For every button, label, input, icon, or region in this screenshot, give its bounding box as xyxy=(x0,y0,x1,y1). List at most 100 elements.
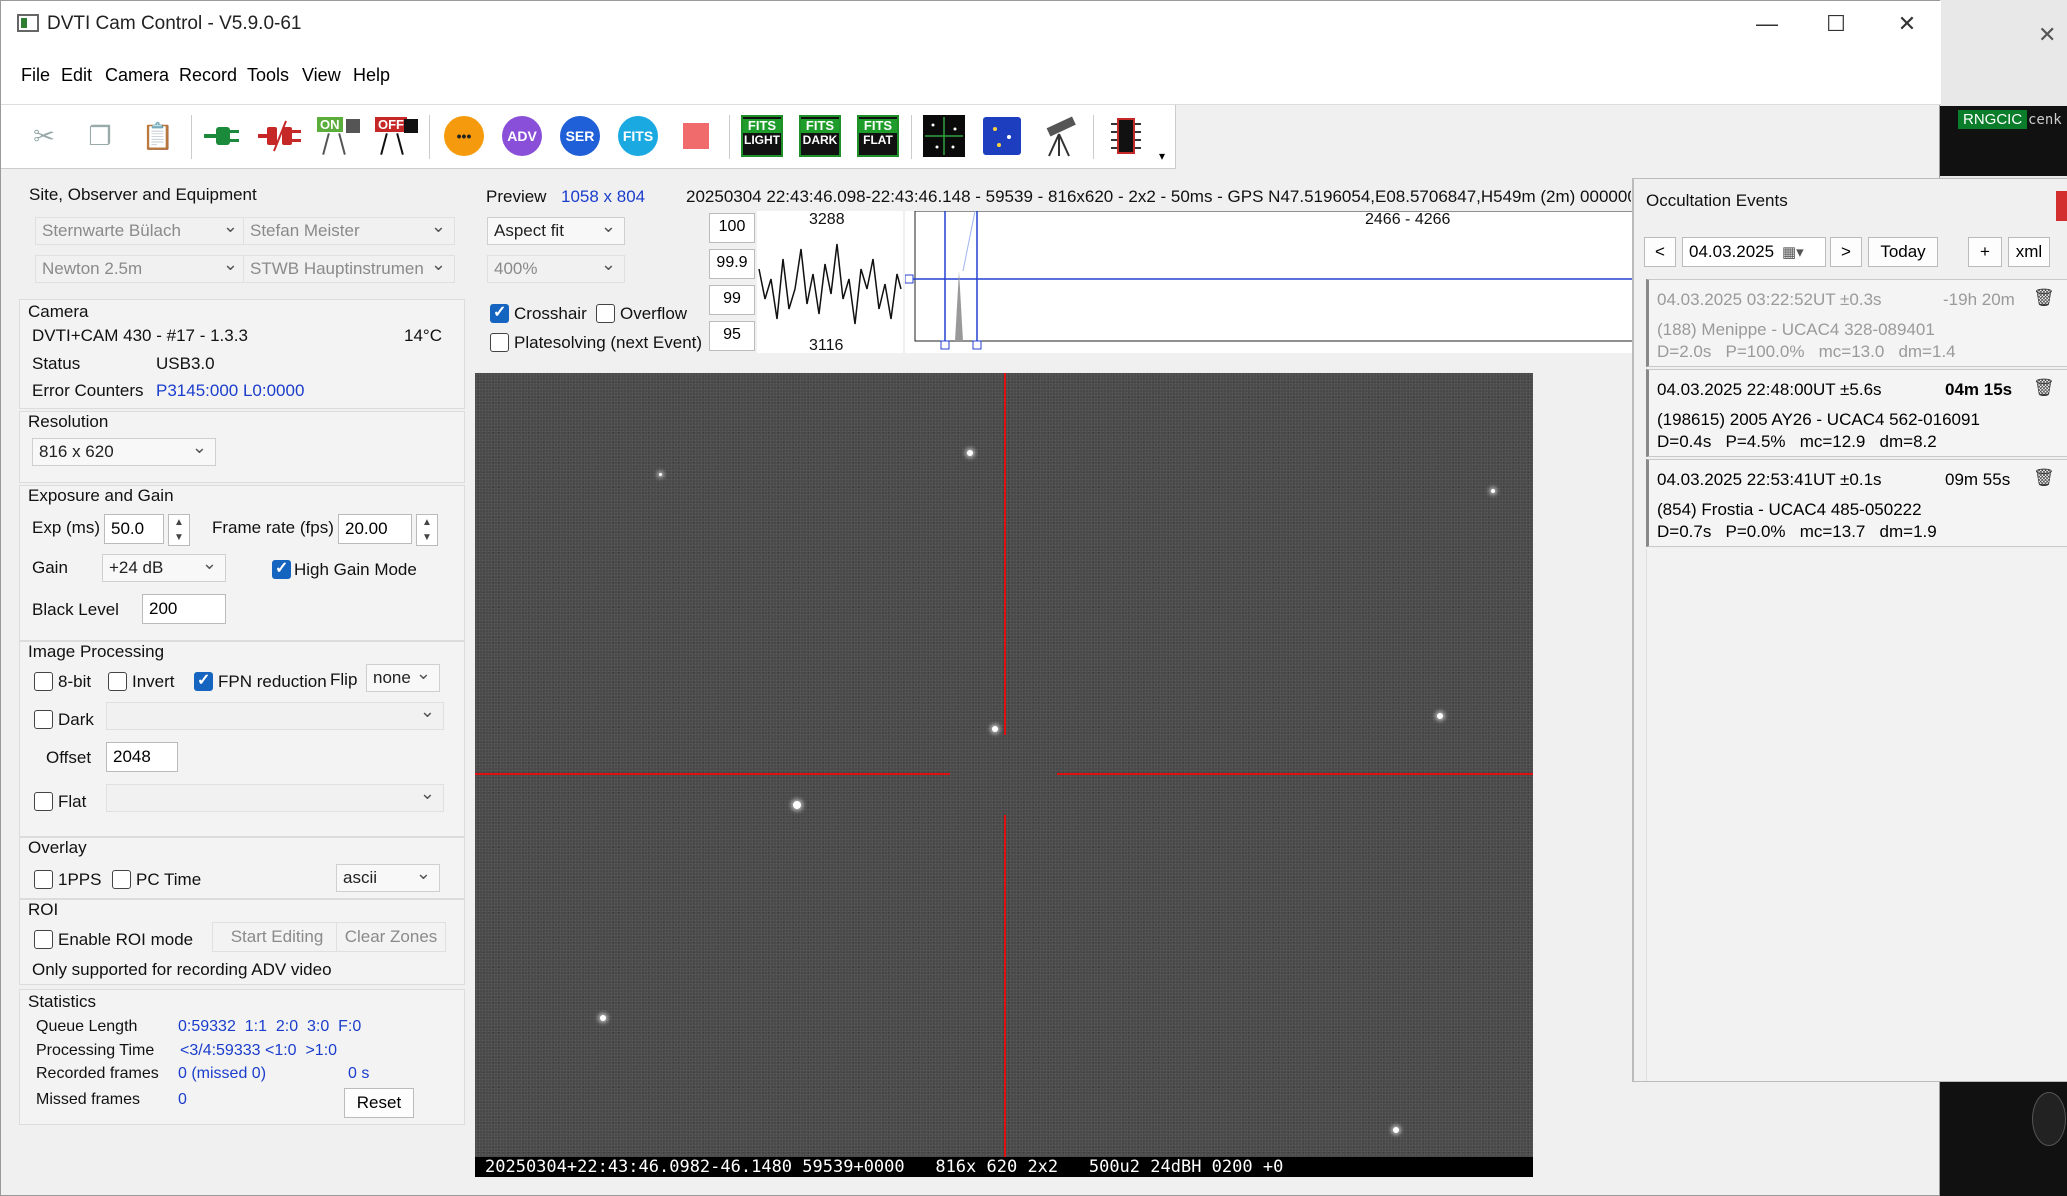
pctime-checkbox[interactable] xyxy=(112,870,131,889)
menu-view[interactable]: View xyxy=(302,65,341,86)
fits-light-button[interactable]: FITS LIGHT xyxy=(739,113,785,159)
add-event-button[interactable]: + xyxy=(1968,237,2002,267)
paste-icon[interactable]: 📋 xyxy=(135,113,181,159)
instrument-select[interactable]: STWB Hauptinstrumen xyxy=(243,255,455,283)
starfield-icon[interactable] xyxy=(921,113,967,159)
invert-label: Invert xyxy=(132,672,175,691)
more-options-icon[interactable]: ••• xyxy=(441,113,487,159)
overflow-checkbox[interactable] xyxy=(596,304,615,323)
overlay-group: Overlay 1PPS PC Time ascii xyxy=(19,837,465,899)
flat-file-select[interactable] xyxy=(106,784,444,812)
level-99-9-button[interactable]: 99.9 xyxy=(709,249,755,279)
cut-icon[interactable]: ✂ xyxy=(21,113,67,159)
event-item[interactable]: 04.03.2025 22:53:41UT ±0.1s 09m 55s 🗑 (8… xyxy=(1646,459,2067,547)
1pps-checkbox[interactable] xyxy=(34,870,53,889)
menu-camera[interactable]: Camera xyxy=(105,65,169,86)
platesolve-checkbox[interactable] xyxy=(490,333,509,352)
fps-label: Frame rate (fps) xyxy=(212,518,334,537)
disconnect-icon[interactable] xyxy=(257,113,303,159)
camera-preview-image[interactable]: 20250304+22:43:46.0982-46.1480 59539+000… xyxy=(475,373,1533,1177)
dark-checkbox[interactable] xyxy=(34,710,53,729)
offset-input[interactable]: 2048 xyxy=(106,742,178,772)
site-title: Site, Observer and Equipment xyxy=(29,185,257,204)
crosshair-checkbox[interactable] xyxy=(490,302,509,323)
fits-flat-button[interactable]: FITS FLAT xyxy=(855,113,901,159)
queue-value: 0:59332 1:1 2:0 3:0 F:0 xyxy=(178,1018,362,1035)
crosshair-horizontal-left xyxy=(475,773,950,775)
zoom-select[interactable]: 400% xyxy=(487,255,625,283)
event-item[interactable]: 04.03.2025 22:48:00UT ±5.6s 04m 15s 🗑 (1… xyxy=(1646,369,2067,457)
exp-spinner[interactable]: ▲ ▼ xyxy=(168,514,190,546)
fpn-checkbox[interactable] xyxy=(194,670,213,691)
reset-button[interactable]: Reset xyxy=(344,1088,414,1118)
delete-icon[interactable]: 🗑 xyxy=(2033,288,2055,308)
gain-select[interactable]: +24 dB xyxy=(102,554,226,582)
menu-help[interactable]: Help xyxy=(353,65,390,86)
maximize-button[interactable]: ☐ xyxy=(1816,7,1856,41)
telescope-select[interactable]: Newton 2.5m xyxy=(35,255,247,283)
dark-file-select[interactable] xyxy=(106,702,444,730)
menu-tools[interactable]: Tools xyxy=(247,65,289,86)
close-button[interactable]: ✕ xyxy=(1887,7,1927,41)
camera-off-icon[interactable]: OFF xyxy=(373,113,419,159)
level-100-button[interactable]: 100 xyxy=(709,213,755,243)
next-day-button[interactable]: > xyxy=(1830,237,1862,267)
today-button[interactable]: Today xyxy=(1868,237,1938,267)
star xyxy=(659,473,662,476)
prev-day-button[interactable]: < xyxy=(1644,237,1676,267)
copy-icon[interactable]: ❐ xyxy=(77,113,123,159)
minimize-button[interactable]: — xyxy=(1747,7,1787,41)
resolution-title: Resolution xyxy=(28,412,109,431)
adv-record-button[interactable]: ADV xyxy=(499,113,545,159)
fps-spinner[interactable]: ▲ ▼ xyxy=(416,514,438,546)
resolution-group: Resolution 816 x 620 xyxy=(19,411,465,483)
level-99-button[interactable]: 99 xyxy=(709,285,755,315)
stop-button[interactable] xyxy=(673,113,719,159)
missed-frames-label: Missed frames xyxy=(36,1091,141,1108)
event-item[interactable]: 04.03.2025 03:22:52UT ±0.3s -19h 20m 🗑 (… xyxy=(1646,279,2067,367)
resolution-select[interactable]: 816 x 620 xyxy=(32,438,216,466)
invert-checkbox[interactable] xyxy=(108,672,127,691)
start-editing-button[interactable]: Start Editing xyxy=(212,922,342,952)
menu-record[interactable]: Record xyxy=(179,65,237,86)
black-level-input[interactable]: 200 xyxy=(142,594,226,624)
overlay-format-select[interactable]: ascii xyxy=(336,864,440,892)
fits-record-button[interactable]: FITS xyxy=(615,113,661,159)
level-95-button[interactable]: 95 xyxy=(709,321,755,351)
high-gain-checkbox[interactable] xyxy=(272,558,291,579)
exp-input[interactable]: 50.0 xyxy=(104,514,164,544)
delete-icon[interactable]: 🗑 xyxy=(2033,468,2055,488)
date-picker[interactable]: 04.03.2025 xyxy=(1682,237,1826,267)
exp-label: Exp (ms) xyxy=(32,518,100,537)
ser-record-button[interactable]: SER xyxy=(557,113,603,159)
flat-checkbox[interactable] xyxy=(34,792,53,811)
site-select[interactable]: Sternwarte Bülach xyxy=(35,217,247,245)
event-object: (188) Menippe - UCAC4 328-089401 xyxy=(1657,320,1935,339)
menu-edit[interactable]: Edit xyxy=(61,65,92,86)
camera-on-icon[interactable]: ON xyxy=(315,113,361,159)
connect-icon[interactable] xyxy=(199,113,245,159)
clear-zones-button[interactable]: Clear Zones xyxy=(336,922,446,952)
background-close-icon[interactable]: ✕ xyxy=(2038,22,2056,48)
roi-checkbox[interactable] xyxy=(34,930,53,949)
xml-button[interactable]: xml xyxy=(2008,237,2050,267)
8bit-checkbox[interactable] xyxy=(34,672,53,691)
calendar-icon[interactable]: ▦▾ xyxy=(1782,243,1804,261)
flip-select[interactable]: none xyxy=(366,664,440,692)
fit-mode-select[interactable]: Aspect fit xyxy=(487,217,625,245)
histogram[interactable]: 2466 - 4266 xyxy=(905,211,1633,353)
platesolve-icon[interactable] xyxy=(979,113,1025,159)
delete-icon[interactable]: 🗑 xyxy=(2033,378,2055,398)
observer-select[interactable]: Stefan Meister xyxy=(243,217,455,245)
fits-dark-button[interactable]: FITS DARK xyxy=(797,113,843,159)
exposure-group: Exposure and Gain Exp (ms) 50.0 ▲ ▼ Frame… xyxy=(19,485,465,641)
chip-icon[interactable] xyxy=(1103,113,1149,159)
event-countdown: 04m 15s xyxy=(1945,380,2013,399)
menu-file[interactable]: File xyxy=(21,65,50,86)
fps-input[interactable]: 20.00 xyxy=(338,514,412,544)
crosshair-vertical-bottom xyxy=(1004,815,1006,1177)
frame-info: 20250304 22:43:46.098-22:43:46.148 - 595… xyxy=(686,187,1631,206)
toolbar-overflow-icon[interactable]: ▾ xyxy=(1159,149,1165,163)
telescope-icon[interactable] xyxy=(1037,113,1083,159)
preview-label: Preview xyxy=(486,187,547,206)
